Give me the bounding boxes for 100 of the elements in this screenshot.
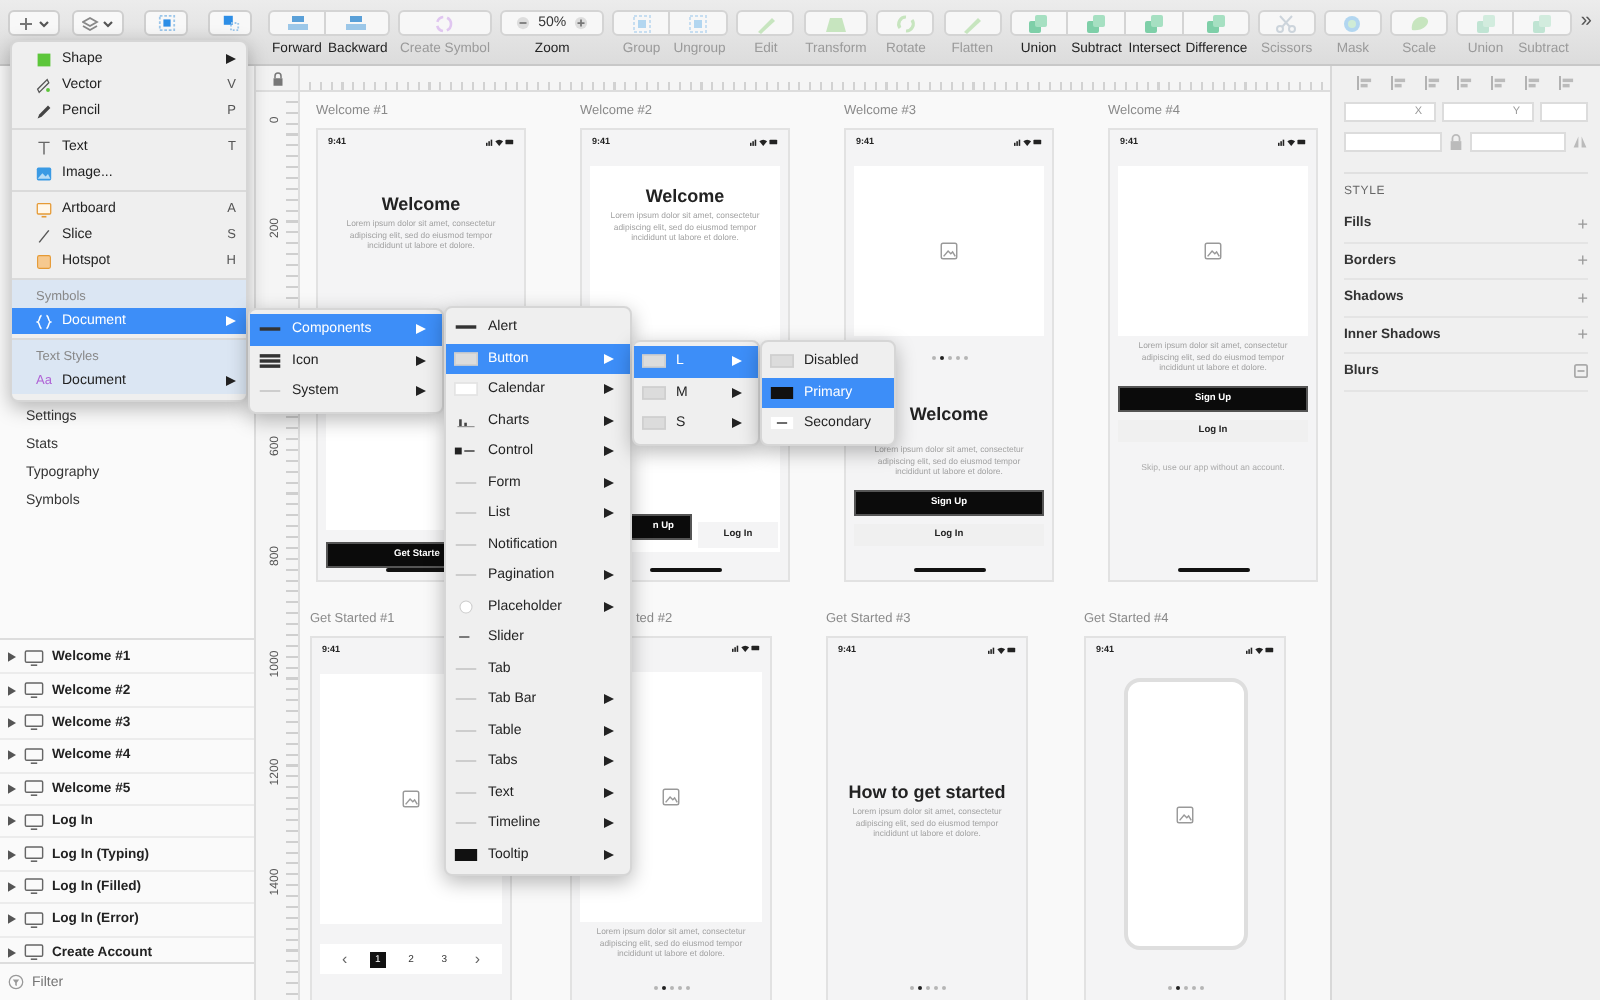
monitor-icon <box>24 747 44 764</box>
monitor-icon <box>24 911 44 928</box>
filter-icon <box>8 974 24 990</box>
stack-icon <box>285 13 309 33</box>
plus-chevron-icon <box>18 15 50 31</box>
disclosure-triangle-icon <box>8 849 16 860</box>
status-bar-icon <box>1278 137 1306 145</box>
toolbar-button[interactable] <box>1009 10 1068 36</box>
box-icon <box>454 382 478 397</box>
flip-icon[interactable] <box>1572 134 1588 150</box>
disclosure-triangle-icon <box>8 652 16 663</box>
ring-icon <box>432 13 457 33</box>
lock-icon[interactable] <box>1447 134 1463 150</box>
diamond-chevron-icon <box>82 15 114 31</box>
toolbar-button[interactable] <box>268 10 326 36</box>
status-bar-icon <box>1246 645 1274 653</box>
artboard-heading: Welcome <box>379 194 463 214</box>
disclosure-triangle-icon <box>8 783 16 794</box>
monitor-icon <box>24 780 44 797</box>
frame-button[interactable] <box>208 10 252 36</box>
overlap-icon <box>1203 13 1228 33</box>
box-icon <box>770 354 794 369</box>
align-icon[interactable] <box>1356 76 1374 90</box>
box-icon <box>642 385 666 400</box>
square-icon <box>686 13 711 33</box>
overlap-icon <box>1530 13 1555 33</box>
align-icon[interactable] <box>1389 76 1408 90</box>
box-icon <box>770 385 794 400</box>
rotation-field[interactable] <box>1540 102 1588 122</box>
toolbar-button[interactable] <box>1125 10 1184 36</box>
disclosure-triangle-icon <box>8 881 16 892</box>
box-icon <box>454 847 478 862</box>
blob-icon <box>1407 13 1432 33</box>
squares-icon <box>221 14 239 32</box>
disclosure-triangle-icon <box>8 947 16 958</box>
text-cursor-icon <box>36 139 52 155</box>
image-icon <box>940 242 958 260</box>
align-icon[interactable] <box>1557 76 1576 90</box>
layers-button[interactable] <box>72 10 124 36</box>
rotate-icon <box>893 13 918 33</box>
align-icon[interactable] <box>1423 76 1442 90</box>
home-indicator <box>649 568 721 572</box>
artboard-icon <box>36 201 52 217</box>
bar-icon <box>258 322 282 337</box>
artboard-heading: How to get started <box>846 782 1008 802</box>
home-indicator <box>1177 568 1249 572</box>
trapezoid-icon <box>823 13 848 33</box>
disclosure-triangle-icon <box>8 750 16 761</box>
frame-button[interactable] <box>144 10 188 36</box>
disclosure-triangle-icon <box>8 914 16 925</box>
width-field[interactable] <box>1344 132 1441 152</box>
knife-icon <box>36 227 52 243</box>
image-icon <box>1176 805 1194 823</box>
monitor-icon <box>24 714 44 731</box>
height-field[interactable] <box>1469 132 1566 152</box>
align-icon[interactable] <box>1456 76 1475 90</box>
pen-icon <box>36 77 52 93</box>
square-icon <box>629 13 654 33</box>
monitor-icon <box>24 649 44 666</box>
disclosure-triangle-icon <box>8 816 16 827</box>
monitor-icon <box>24 846 44 863</box>
overlap-icon <box>1473 13 1498 33</box>
pen-icon <box>960 13 985 33</box>
image-icon <box>1204 242 1222 260</box>
status-bar-icon <box>486 137 514 145</box>
overlap-icon <box>1083 13 1108 33</box>
bar-icon <box>454 320 478 335</box>
align-icon[interactable] <box>1490 76 1509 90</box>
overflow-chevrons[interactable]: » <box>1580 10 1592 56</box>
plus-icon <box>574 16 589 30</box>
monitor-icon <box>24 813 44 830</box>
settings-icon[interactable] <box>1574 364 1588 379</box>
square-icon <box>157 14 175 32</box>
toolbar-button[interactable] <box>1183 10 1250 36</box>
toolbar-button[interactable] <box>326 10 390 36</box>
monitor-icon <box>24 944 44 961</box>
artboard-heading: Welcome <box>643 186 727 206</box>
scissors-icon <box>1274 13 1299 33</box>
monitor-icon <box>24 682 44 699</box>
pen-icon <box>753 13 778 33</box>
brackets-icon <box>36 313 52 329</box>
circle-icon <box>1340 13 1365 33</box>
image-icon <box>662 788 680 806</box>
align-icon[interactable] <box>1524 76 1543 90</box>
toolbar-button[interactable] <box>1067 10 1126 36</box>
status-bar-icon <box>750 137 778 145</box>
lock-icon <box>271 71 283 85</box>
disclosure-triangle-icon <box>8 685 16 696</box>
image-icon <box>36 165 52 181</box>
circle-icon <box>454 599 478 614</box>
overlap-icon <box>1141 13 1166 33</box>
insert-button[interactable] <box>8 10 60 36</box>
box-icon <box>642 416 666 431</box>
pencil-icon <box>36 103 52 119</box>
previous-arrow: ‹ <box>339 951 350 967</box>
home-indicator <box>913 568 985 572</box>
status-bar-icon <box>988 645 1016 653</box>
square-icon <box>36 253 52 269</box>
stack-icon <box>258 353 282 368</box>
box-icon <box>454 351 478 366</box>
